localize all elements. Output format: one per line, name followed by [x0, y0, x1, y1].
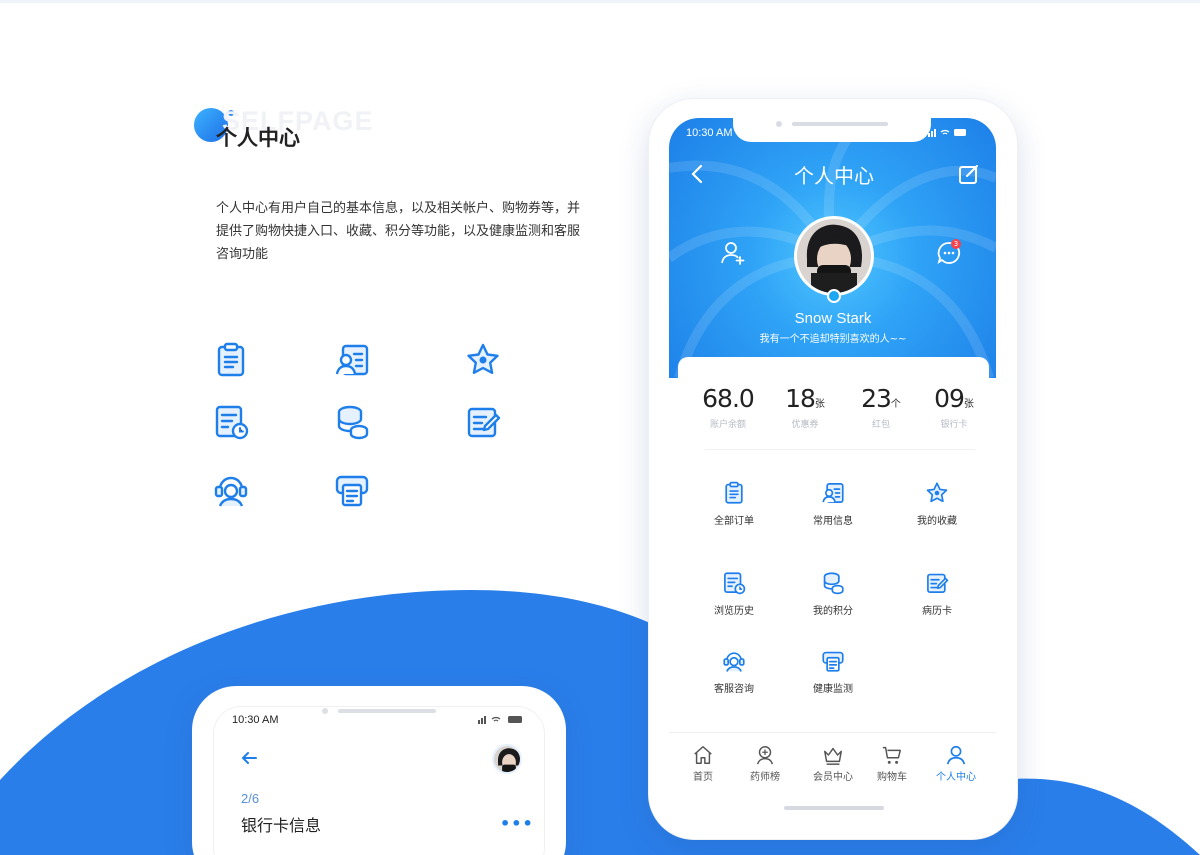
stat-unit: 个 [890, 399, 901, 410]
headset-icon [211, 470, 251, 510]
tab-label: 首页 [693, 772, 713, 783]
pharmacist-icon [756, 746, 774, 765]
tab-label: 购物车 [877, 772, 907, 783]
user-bio: 我有一个不追却特别喜欢的人~~ [759, 334, 907, 345]
history-icon [211, 402, 251, 442]
section-title: 个人中心 [216, 126, 300, 150]
tab-cart[interactable]: 购物车 [862, 744, 922, 783]
crown-icon [824, 747, 842, 765]
menu-health-monitor[interactable]: 健康监测 [793, 648, 873, 695]
cart-icon [882, 746, 901, 764]
menu-label: 常用信息 [813, 516, 853, 527]
monitor-icon [332, 470, 372, 510]
menu-label: 全部订单 [714, 516, 754, 527]
clipboard-icon [211, 340, 251, 380]
profile-card-icon [822, 483, 844, 503]
menu-label: 浏览历史 [714, 606, 754, 617]
stat-value: 18 [785, 384, 816, 413]
avatar[interactable] [794, 216, 874, 296]
home-icon [694, 746, 712, 764]
stat-bank-cards[interactable]: 09张 [919, 384, 989, 413]
headset-icon [723, 652, 745, 672]
stat-label: 红包 [871, 420, 890, 430]
chevron-left-icon[interactable] [688, 163, 706, 185]
monitor-icon [822, 651, 844, 672]
stat-unit: 张 [814, 399, 825, 410]
menu-history[interactable]: 浏览历史 [694, 570, 774, 617]
avatar-photo [797, 219, 871, 293]
tab-profile[interactable]: 个人中心 [926, 744, 986, 783]
phone-notch [733, 112, 931, 142]
bank-card-title: 银行卡信息 [241, 816, 322, 835]
stat-balance[interactable]: 68.0 [693, 384, 763, 413]
status-bar-time: 10:30 AM [686, 127, 733, 139]
menu-label: 健康监测 [813, 684, 853, 695]
front-camera [776, 121, 782, 127]
menu-label: 我的收藏 [917, 516, 957, 527]
tab-label: 药师榜 [750, 772, 780, 783]
star-icon [926, 482, 948, 503]
edit-icon[interactable] [958, 163, 980, 185]
section-description: 个人中心有用户自己的基本信息，以及相关帐户、购物券等，并提供了购物快捷入口、收藏… [216, 201, 581, 262]
stat-value: 23 [861, 384, 892, 413]
add-user-icon[interactable] [720, 240, 746, 266]
tab-home[interactable]: 首页 [673, 744, 733, 783]
step-indicator: 2/6 [241, 791, 260, 806]
menu-label: 我的积分 [813, 606, 853, 617]
medical-record-icon [927, 573, 949, 593]
menu-label: 客服咨询 [714, 684, 754, 695]
search-icon [827, 289, 841, 303]
history-icon [724, 572, 746, 595]
stat-label: 优惠券 [791, 420, 819, 430]
clipboard-icon [725, 481, 743, 504]
menu-common-info[interactable]: 常用信息 [793, 480, 873, 527]
menu-favorites[interactable]: 我的收藏 [897, 480, 977, 527]
front-camera [322, 708, 328, 714]
stat-value: 09 [934, 384, 965, 413]
stat-red-packets[interactable]: 23个 [846, 384, 916, 413]
medical-record-icon [463, 402, 503, 442]
more-icon[interactable]: ••• [500, 814, 534, 833]
menu-customer-service[interactable]: 客服咨询 [694, 648, 774, 695]
card-divider [705, 449, 975, 450]
menu-points[interactable]: 我的积分 [793, 570, 873, 617]
stat-label: 账户余额 [709, 420, 746, 430]
star-icon [463, 340, 503, 380]
menu-medical-record[interactable]: 病历卡 [897, 570, 977, 617]
background-wave [0, 590, 1200, 855]
menu-all-orders[interactable]: 全部订单 [694, 480, 774, 527]
stat-value: 68.0 [702, 384, 755, 413]
tab-membership[interactable]: 会员中心 [803, 744, 863, 783]
stat-label: 银行卡 [940, 420, 968, 430]
speaker-bar [338, 709, 436, 713]
tab-pharmacist[interactable]: 药师榜 [735, 744, 795, 783]
status-bar-icons [478, 714, 524, 727]
arrow-left-icon[interactable] [240, 750, 258, 766]
status-bar-time: 10:30 AM [232, 714, 279, 726]
tab-label: 个人中心 [936, 772, 976, 783]
page-title: 个人中心 [794, 164, 874, 188]
avatar[interactable] [492, 744, 522, 774]
user-icon [946, 745, 966, 765]
icon-showcase-grid [195, 330, 535, 530]
stat-unit: 张 [963, 399, 974, 410]
speaker-bar [792, 122, 888, 126]
user-name: Snow Stark [794, 310, 872, 327]
tab-label: 会员中心 [813, 772, 853, 783]
menu-label: 病历卡 [922, 606, 952, 617]
home-indicator [784, 806, 884, 810]
profile-card-icon [332, 340, 372, 380]
stat-coupons[interactable]: 18张 [770, 384, 840, 413]
message-count-badge: 3 [951, 239, 961, 249]
coins-icon [823, 572, 844, 595]
coins-icon [332, 402, 372, 442]
status-bar-icons [928, 127, 968, 140]
